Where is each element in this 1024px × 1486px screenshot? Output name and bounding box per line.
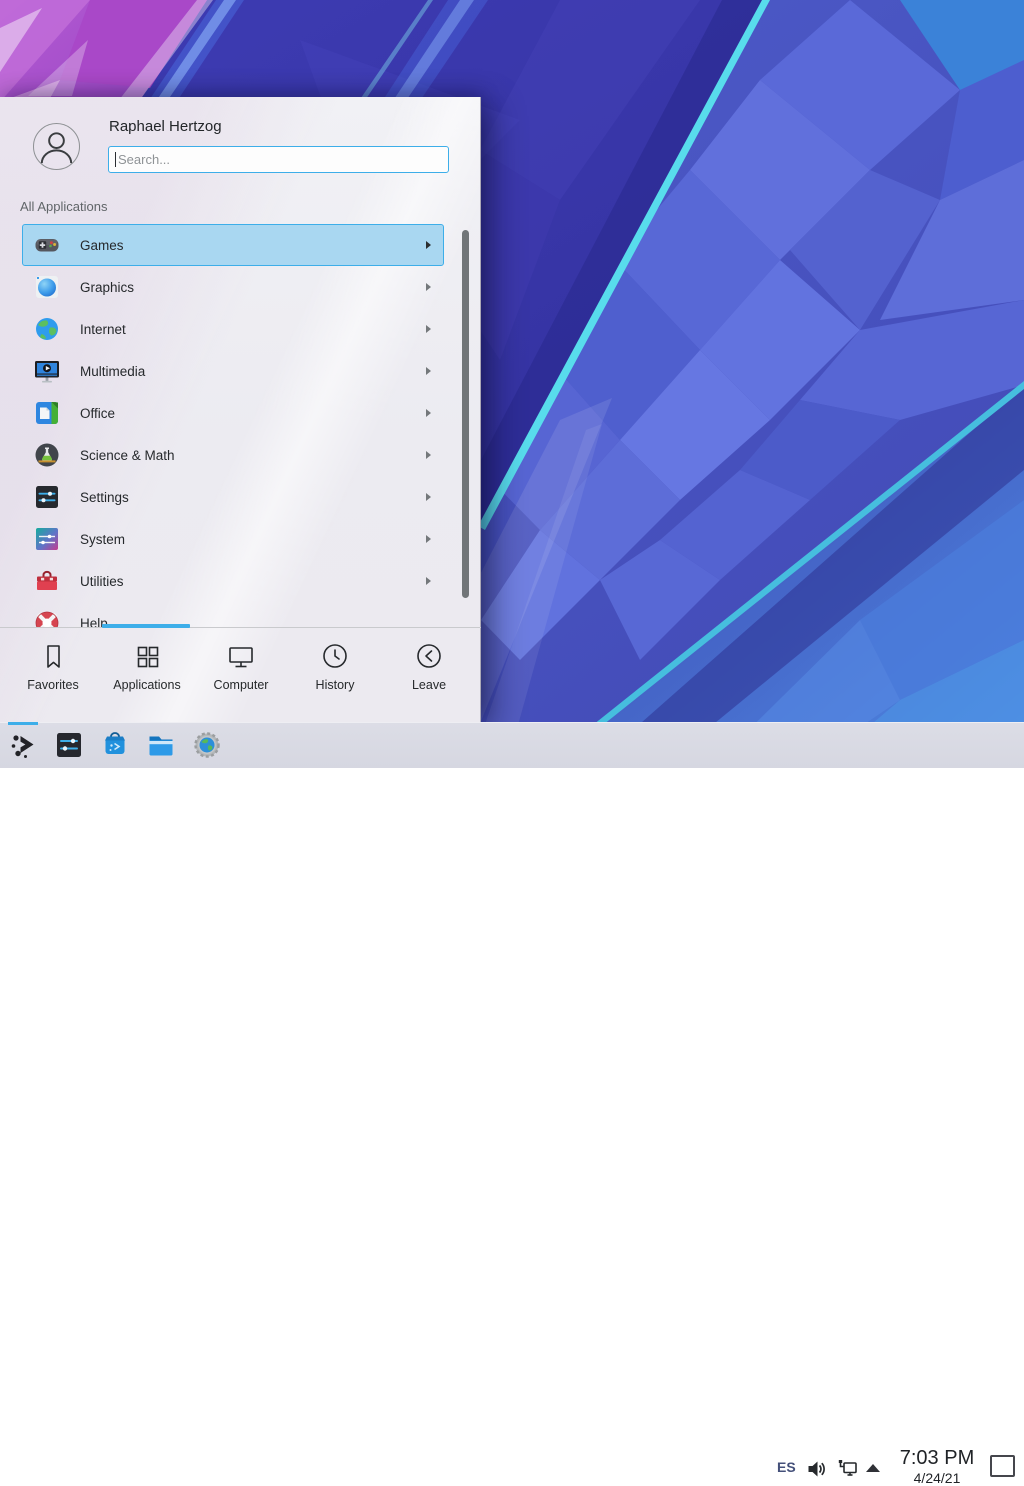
category-settings[interactable]: Settings [22,476,444,518]
tab-leave[interactable]: Leave [382,633,476,719]
category-office[interactable]: Office [22,392,444,434]
help-icon [34,610,60,628]
office-icon [34,400,60,426]
launcher-tab-bar: Favorites Applications Computer History [6,633,476,719]
submenu-arrow-icon [426,451,431,459]
application-launcher-menu: Raphael Hertzog All Applications Games [0,97,481,722]
discover-button[interactable] [100,730,130,760]
network-button[interactable] [836,1458,858,1480]
submenu-arrow-icon [426,283,431,291]
submenu-arrow-icon [426,535,431,543]
active-tab-indicator [102,624,190,628]
submenu-arrow-icon [426,241,431,249]
tab-favorites[interactable]: Favorites [6,633,100,719]
file-manager-icon [146,730,176,760]
app-launcher-icon [8,730,38,760]
search-input[interactable] [109,147,448,172]
category-graphics[interactable]: Graphics [22,266,444,308]
games-icon [34,232,60,258]
submenu-arrow-icon [426,577,431,585]
utilities-icon [34,568,60,594]
category-internet[interactable]: Internet [22,308,444,350]
taskbar-panel: ES 7:03 PM 4/24/21 [0,722,1024,768]
submenu-arrow-icon [426,367,431,375]
tab-computer[interactable]: Computer [194,633,288,719]
category-games[interactable]: Games [22,224,444,266]
app-launcher-button[interactable] [8,730,38,760]
graphics-icon [34,274,60,300]
category-list: Games Graphics [22,224,444,628]
digital-clock[interactable]: 7:03 PM 4/24/21 [893,1448,981,1485]
volume-button[interactable] [806,1458,828,1480]
computer-icon [226,641,256,671]
user-avatar[interactable] [33,123,80,170]
search-field[interactable] [108,146,449,173]
section-label: All Applications [20,199,107,214]
desktop: Raphael Hertzog All Applications Games [0,0,1024,768]
leave-icon [414,641,444,671]
internet-icon [34,316,60,342]
category-system[interactable]: System [22,518,444,560]
favorites-icon [38,641,68,671]
web-browser-button[interactable] [192,730,222,760]
web-browser-icon [192,730,222,760]
category-multimedia[interactable]: Multimedia [22,350,444,392]
submenu-arrow-icon [426,325,431,333]
tab-applications[interactable]: Applications [100,633,194,719]
user-icon [34,124,79,169]
system-settings-icon [54,730,84,760]
system-icon [34,526,60,552]
multimedia-icon [34,358,60,384]
keyboard-layout-indicator[interactable]: ES [777,1459,796,1475]
volume-icon [806,1458,828,1480]
text-caret [115,152,116,167]
network-icon [836,1458,858,1480]
discover-icon [100,730,130,760]
category-utilities[interactable]: Utilities [22,560,444,602]
submenu-arrow-icon [426,409,431,417]
user-name: Raphael Hertzog [109,118,222,135]
history-icon [320,641,350,671]
clock-time: 7:03 PM [893,1448,981,1468]
tab-history[interactable]: History [288,633,382,719]
category-help[interactable]: Help [22,602,444,628]
category-science-math[interactable]: Science & Math [22,434,444,476]
science-icon [34,442,60,468]
expand-tray-caret-icon[interactable] [866,1464,880,1472]
scrollbar-thumb[interactable] [462,230,469,598]
settings-icon [34,484,60,510]
footer-separator [0,627,481,628]
submenu-arrow-icon [426,493,431,501]
clock-date: 4/24/21 [893,1471,981,1485]
applications-icon [132,641,162,671]
launcher-active-indicator [8,722,38,725]
system-settings-button[interactable] [54,730,84,760]
show-desktop-button[interactable] [990,1455,1015,1477]
file-manager-button[interactable] [146,730,176,760]
